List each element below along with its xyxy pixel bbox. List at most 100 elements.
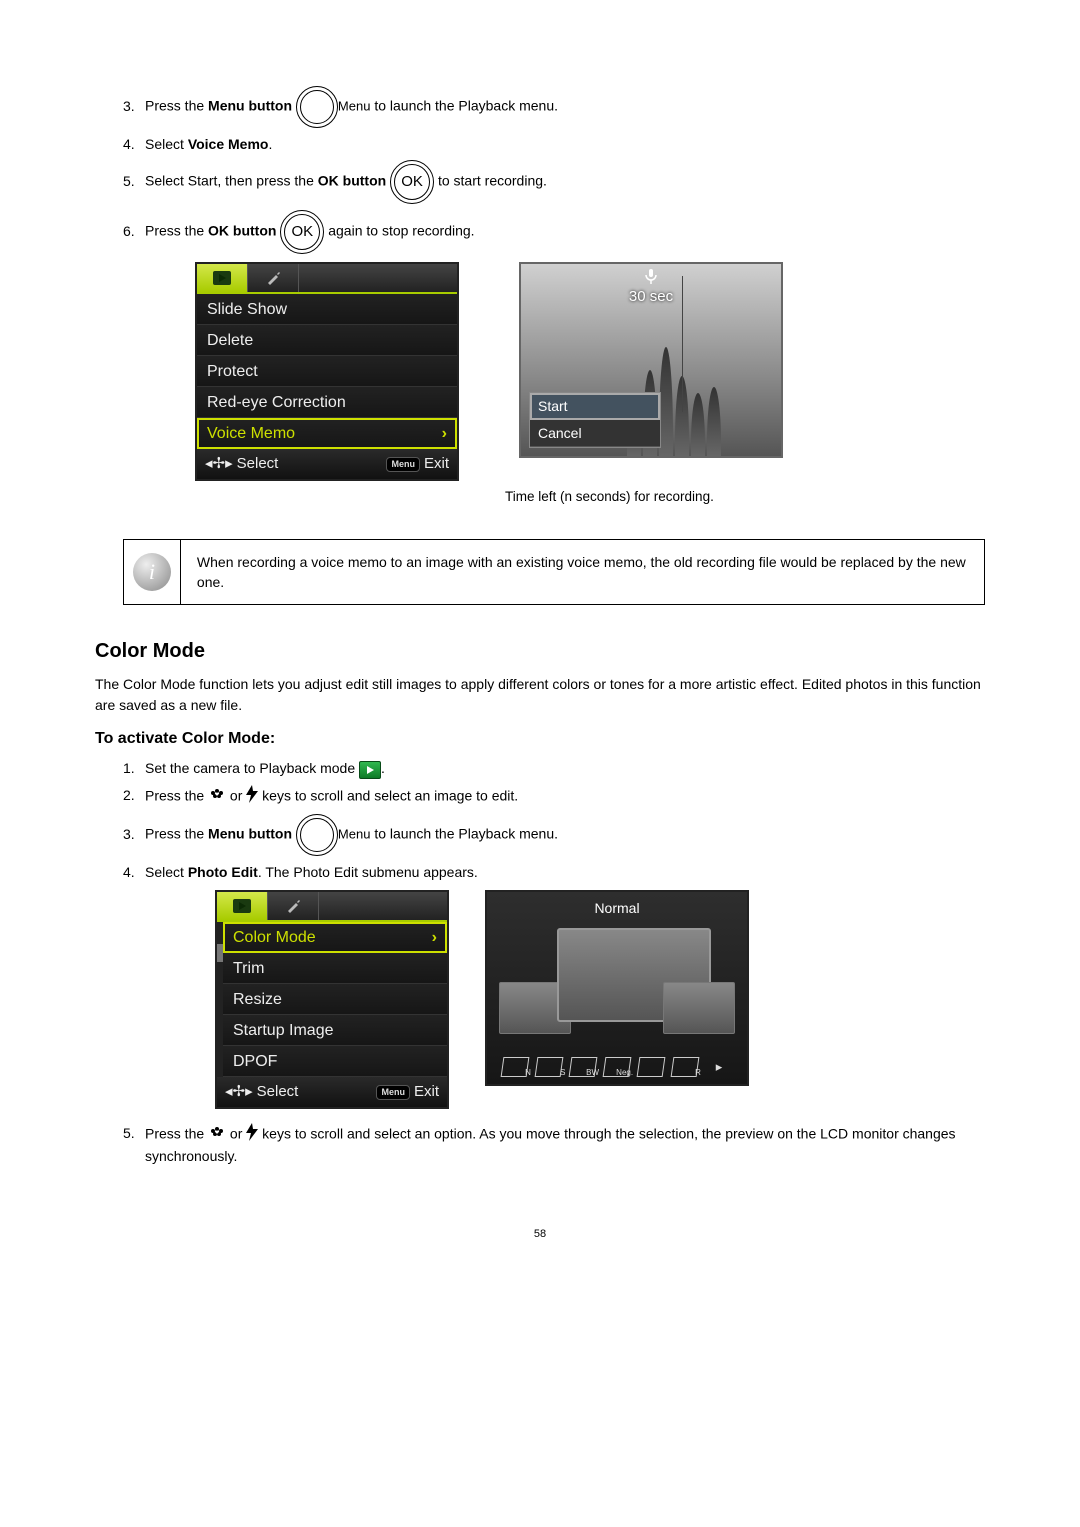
step-text: Press the or keys to scroll and select a… (145, 1123, 985, 1167)
text: Press the (145, 223, 208, 239)
menu-item-label: Red-eye Correction (207, 391, 346, 414)
menu-item-resize[interactable]: Resize (223, 984, 447, 1015)
step-6: 6. Press the OK button OK again to stop … (123, 210, 985, 254)
step-text: Press the Menu button Menu to launch the… (145, 86, 985, 128)
bold-text: Menu button (208, 98, 292, 114)
text: to start recording. (434, 173, 547, 189)
menu-item-startup[interactable]: Startup Image (223, 1015, 447, 1046)
menu-item-protect[interactable]: Protect (197, 356, 457, 387)
mode-normal-icon[interactable] (502, 1058, 528, 1076)
screens-row-2: Color Mode › Trim Resize Startup Image D… (215, 890, 985, 1109)
text: again to stop recording. (324, 223, 474, 239)
step-text: Press the OK button OK again to stop rec… (145, 210, 985, 254)
bold-text: OK button (318, 173, 386, 189)
text: to launch the Playback menu. (370, 98, 558, 114)
mode-bw-icon[interactable] (570, 1058, 596, 1076)
step-text: Set the camera to Playback mode . (145, 758, 985, 778)
popup-start[interactable]: Start (530, 393, 660, 420)
text: Press the (145, 98, 208, 114)
tab-playback[interactable] (197, 264, 248, 292)
menu-item-voicememo[interactable]: Voice Memo › (197, 418, 457, 449)
mode-sepia-icon[interactable] (536, 1058, 562, 1076)
menu-item-trim[interactable]: Trim (223, 953, 447, 984)
menu-tabs (217, 892, 447, 922)
step-number: 4. (123, 862, 145, 882)
page-number: 58 (95, 1227, 985, 1243)
step-number: 4. (123, 134, 145, 154)
ok-button-icon: OK (390, 160, 434, 204)
step-text: Select Photo Edit. The Photo Edit submen… (145, 862, 985, 882)
step-text: Select Start, then press the OK button O… (145, 160, 985, 204)
mode-red-icon[interactable] (672, 1058, 698, 1076)
colormode-preview: Normal ▸ (485, 890, 749, 1086)
text: Select (145, 864, 188, 880)
menu-footer: ◂✢▸ Select Menu Exit (217, 1077, 447, 1107)
chevron-right-icon[interactable]: ▸ (706, 1058, 732, 1076)
note-box: i When recording a voice memo to an imag… (123, 539, 985, 606)
step-3: 3. Press the Menu button Menu to launch … (123, 86, 985, 128)
footer-exit-label: Exit (414, 1081, 439, 1103)
menu-pill: Menu (376, 1085, 410, 1100)
step-number: 5. (123, 171, 145, 191)
bold-text: OK button (208, 223, 276, 239)
step-text: Press the Menu button Menu to launch the… (145, 814, 985, 856)
step-text: Select Voice Memo. (145, 134, 985, 154)
step-number: 6. (123, 221, 145, 241)
menu-item-label: DPOF (233, 1050, 277, 1073)
playback-menu-screen: Slide Show Delete Protect Red-eye Correc… (195, 262, 459, 481)
screens-row: Slide Show Delete Protect Red-eye Correc… (195, 262, 985, 481)
menu-item-dpof[interactable]: DPOF (223, 1046, 447, 1077)
mode-neg-icon[interactable] (604, 1058, 630, 1076)
menu-label: Menu (338, 826, 371, 841)
step-5: 5. Select Start, then press the OK butto… (123, 160, 985, 204)
nav-arrows-icon: ◂✢▸ (225, 1081, 253, 1103)
flash-bolt-icon (246, 1123, 258, 1146)
step-4: 4. Select Voice Memo. (123, 134, 985, 154)
popup-cancel[interactable]: Cancel (530, 420, 660, 447)
recording-timer: 30 sec (629, 286, 673, 308)
bold-text: Photo Edit (188, 864, 258, 880)
colormode-icons-strip: ▸ (487, 1058, 747, 1076)
section-paragraph: The Color Mode function lets you adjust … (95, 674, 985, 715)
menu-item-redeye[interactable]: Red-eye Correction (197, 387, 457, 418)
step-number: 2. (123, 785, 145, 805)
step-number: 1. (123, 758, 145, 778)
info-icon: i (133, 553, 171, 591)
colormode-title: Normal (487, 892, 747, 924)
step-b3: 3. Press the Menu button Menu to launch … (123, 814, 985, 856)
footer-select-label: Select (237, 453, 279, 475)
note-text: When recording a voice memo to an image … (181, 540, 984, 605)
tab-settings[interactable] (268, 892, 319, 920)
text: Select (145, 136, 188, 152)
step-number: 5. (123, 1123, 145, 1143)
photoedit-menu-screen: Color Mode › Trim Resize Startup Image D… (215, 890, 449, 1109)
text: Set the camera to Playback mode (145, 760, 359, 776)
text: Press the (145, 826, 208, 842)
text: or (226, 787, 246, 803)
menu-button-icon (296, 814, 338, 856)
text: Select Start, then press the (145, 173, 318, 189)
text: keys to scroll and select an option. As … (145, 1125, 956, 1164)
menu-item-delete[interactable]: Delete (197, 325, 457, 356)
voice-memo-popup: Start Cancel (529, 392, 661, 449)
footer-exit-label: Exit (424, 453, 449, 475)
menu-item-label: Trim (233, 957, 264, 980)
menu-item-slideshow[interactable]: Slide Show (197, 294, 457, 325)
step-b4: 4. Select Photo Edit. The Photo Edit sub… (123, 862, 985, 882)
mode-5-icon[interactable] (638, 1058, 664, 1076)
tab-playback[interactable] (217, 892, 268, 920)
text: . (268, 136, 272, 152)
tab-settings[interactable] (248, 264, 299, 292)
text: . (381, 760, 385, 776)
step-number: 3. (123, 96, 145, 116)
menu-item-colormode[interactable]: Color Mode › (223, 922, 447, 953)
menu-item-label: Color Mode (233, 926, 316, 949)
text: keys to scroll and select an image to ed… (258, 787, 518, 803)
section-heading: Color Mode (95, 637, 985, 666)
step-b2: 2. Press the or keys to scroll and selec… (123, 785, 985, 808)
text: . The Photo Edit submenu appears. (258, 864, 478, 880)
step-number: 3. (123, 824, 145, 844)
timer-caption: Time left (n seconds) for recording. (505, 487, 985, 507)
step-b1: 1. Set the camera to Playback mode . (123, 758, 985, 778)
voice-memo-preview: 30 sec Start Cancel (519, 262, 783, 458)
